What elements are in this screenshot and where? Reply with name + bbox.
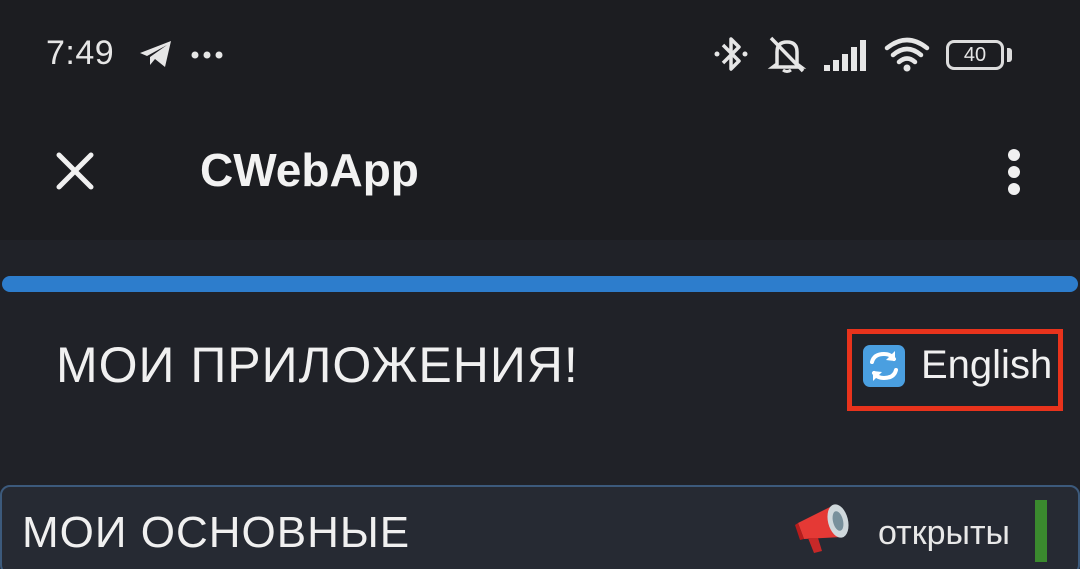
app-bar [0,112,1080,240]
mute-icon [767,36,807,73]
signal-icon [824,40,866,71]
battery-tip [1007,48,1012,62]
bluetooth-icon [714,37,748,71]
more-vert-icon[interactable] [996,146,1032,200]
language-switch-label: English [921,343,1053,387]
megaphone-icon [795,504,849,553]
wifi-icon [884,37,930,72]
telegram-icon [140,41,171,67]
screen: 7:49 40 CWebApp МОИ ПРИЛОЖЕНИЯ! English … [0,0,1080,569]
battery-icon: 40 [946,40,1004,70]
section-title: МОИ ОСНОВНЫЕ [22,508,411,557]
close-icon[interactable] [54,150,96,192]
page-heading: МОИ ПРИЛОЖЕНИЯ! [56,337,579,393]
status-time: 7:49 [46,34,115,72]
accent-bar [2,276,1078,292]
language-switch-icon [863,345,905,387]
status-indicator [1035,500,1047,562]
app-title: CWebApp [200,144,419,196]
more-notifications-icon [191,51,223,59]
section-status: открыты [878,514,1010,552]
